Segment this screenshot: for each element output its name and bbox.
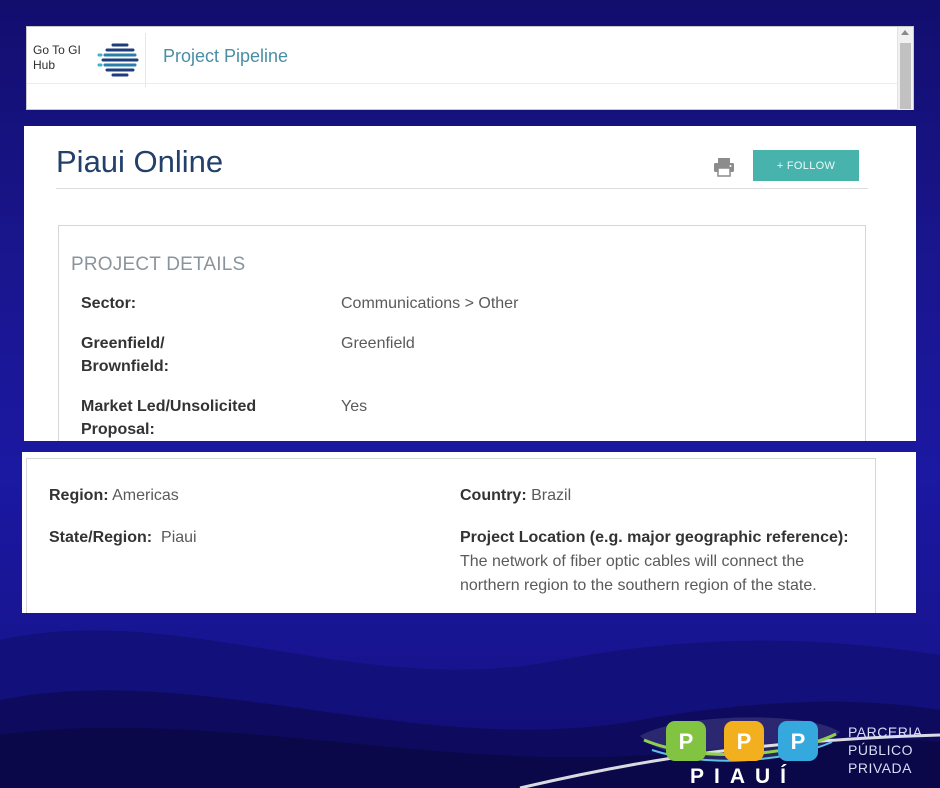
- region-row: Region: Americas: [49, 484, 179, 508]
- project-location-label: Project Location (e.g. major geographic …: [460, 529, 849, 546]
- state-region-value: Piaui: [161, 529, 197, 546]
- ppp-letter-2: P: [737, 729, 752, 754]
- location-section: Region: Americas Country: Brazil State/R…: [26, 458, 876, 613]
- printer-icon[interactable]: [713, 157, 735, 177]
- gi-hub-logo-icon[interactable]: [97, 37, 141, 81]
- follow-button[interactable]: + FOLLOW: [753, 150, 859, 181]
- title-divider: [56, 188, 868, 189]
- project-title: Piaui Online: [56, 144, 224, 179]
- sector-label: Sector:: [81, 295, 137, 312]
- ppp-letter-1: P: [679, 729, 694, 754]
- project-details-section: PROJECT DETAILS Sector: Communications >…: [58, 225, 866, 441]
- brand-line-3: PRIVADA: [848, 760, 912, 776]
- market-led-proposal-label: Market Led/Unsolicited Proposal:: [81, 398, 257, 438]
- project-details-heading: PROJECT DETAILS: [71, 254, 246, 275]
- greenfield-brownfield-label: Greenfield/ Brownfield:: [81, 335, 169, 375]
- market-led-proposal-value: Yes: [341, 398, 368, 415]
- header-divider: [27, 83, 899, 84]
- parceria-publico-privada-text: PARCERIA PÚBLICO PRIVADA: [848, 723, 923, 777]
- scroll-up-arrow-icon[interactable]: [901, 30, 909, 35]
- brand-line-2: PÚBLICO: [848, 742, 913, 758]
- brand-line-1: PARCERIA: [848, 724, 923, 740]
- vertical-scrollbar[interactable]: [897, 27, 913, 110]
- project-location-value: The network of fiber optic cables will c…: [460, 553, 817, 594]
- region-label: Region:: [49, 487, 109, 504]
- state-region-label: State/Region:: [49, 529, 153, 546]
- logo-divider: [145, 33, 146, 87]
- ppp-letter-3: P: [791, 729, 806, 754]
- project-details-panel: Piaui Online + FOLLOW PROJECT DETAILS Se…: [24, 126, 916, 441]
- project-pipeline-title[interactable]: Project Pipeline: [163, 46, 288, 67]
- project-location-panel: Region: Americas Country: Brazil State/R…: [22, 452, 916, 613]
- country-label: Country:: [460, 487, 527, 504]
- scrollbar-thumb[interactable]: [900, 43, 911, 109]
- piaui-wordmark: PIAUÍ: [690, 765, 797, 788]
- sector-value: Communications > Other: [341, 295, 519, 312]
- country-row: Country: Brazil: [460, 484, 571, 508]
- greenfield-brownfield-value: Greenfield: [341, 335, 415, 352]
- region-value: Americas: [112, 487, 179, 504]
- go-to-gi-hub-link[interactable]: Go To GI Hub: [33, 43, 93, 73]
- site-header-panel: Go To GI Hub Project Pipeline: [26, 26, 914, 110]
- state-region-row: State/Region: Piaui: [49, 526, 197, 550]
- project-location-row: Project Location (e.g. major geographic …: [460, 526, 852, 598]
- country-value: Brazil: [531, 487, 572, 504]
